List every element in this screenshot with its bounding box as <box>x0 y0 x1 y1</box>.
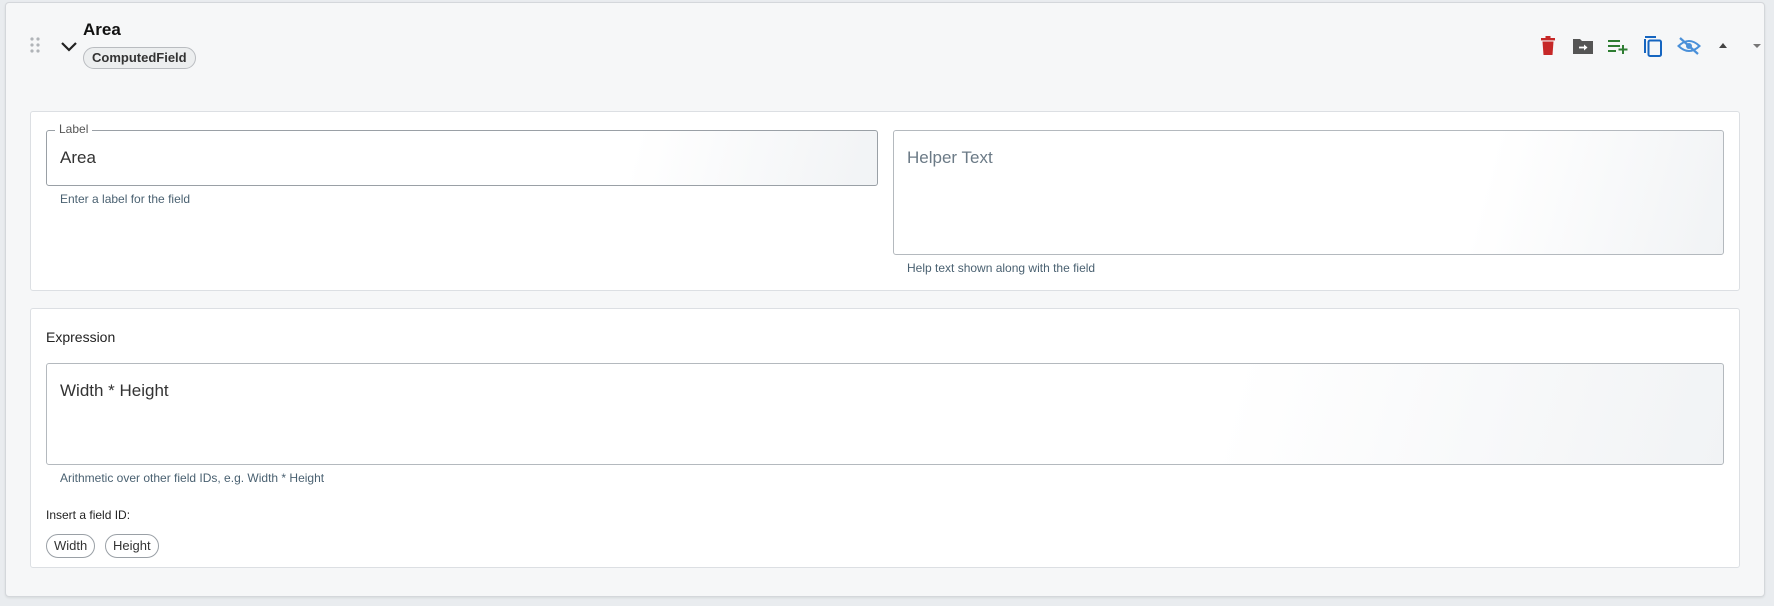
insert-chip-width[interactable]: Width <box>46 534 96 558</box>
helper-text-field[interactable]: Helper Text <box>893 130 1724 255</box>
more-options-button[interactable] <box>1744 33 1770 59</box>
expression-panel: Expression Width * Height Arithmetic ove… <box>30 308 1740 568</box>
add-field-button[interactable] <box>1605 33 1631 59</box>
move-to-folder-icon <box>1573 39 1593 54</box>
field-card-header: Area ComputedField <box>6 3 1764 89</box>
copy-icon <box>1644 36 1662 57</box>
label-field-legend: Label <box>55 122 93 136</box>
arrow-up-icon <box>1719 43 1727 48</box>
delete-button[interactable] <box>1535 33 1561 59</box>
helper-text-hint: Help text shown along with the field <box>907 261 1096 275</box>
expression-field-hint: Arithmetic over other field IDs, e.g. Wi… <box>60 471 325 485</box>
general-settings-panel: Label Area Enter a label for the field H… <box>30 111 1740 291</box>
drag-handle-icon[interactable] <box>29 36 41 54</box>
field-type-badge: ComputedField <box>83 47 196 69</box>
toggle-visibility-button[interactable] <box>1676 33 1702 59</box>
visibility-off-icon <box>1677 37 1701 55</box>
label-field[interactable]: Label Area <box>46 122 878 186</box>
playlist-add-icon <box>1608 40 1628 54</box>
expression-field[interactable]: Width * Height <box>46 363 1724 465</box>
insert-chip-height[interactable]: Height <box>105 534 159 558</box>
move-to-folder-button[interactable] <box>1570 33 1596 59</box>
label-field-hint: Enter a label for the field <box>60 192 191 206</box>
duplicate-button[interactable] <box>1640 33 1666 59</box>
expression-field-value: Width * Height <box>60 381 169 400</box>
label-field-value: Area <box>60 148 96 167</box>
helper-text-placeholder: Helper Text <box>907 148 993 167</box>
insert-field-id-label: Insert a field ID: <box>46 508 131 522</box>
collapse-chevron-icon[interactable] <box>58 37 80 57</box>
expression-section-title: Expression <box>46 329 116 345</box>
arrow-down-icon <box>1753 44 1761 48</box>
field-card: Area ComputedField Label Area Enter a la… <box>5 2 1765 597</box>
field-title: Area <box>83 20 121 39</box>
delete-icon <box>1541 36 1555 55</box>
move-up-button[interactable] <box>1710 33 1736 59</box>
